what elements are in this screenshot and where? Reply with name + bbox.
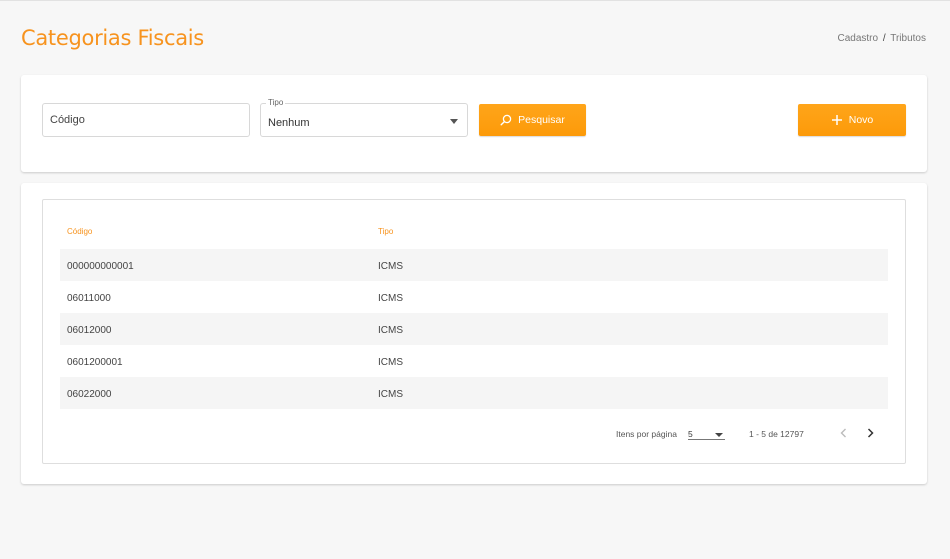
table-row[interactable]: 0601200001 ICMS: [60, 345, 888, 377]
search-icon: [500, 114, 512, 126]
cell-codigo: 000000000001: [67, 261, 134, 272]
results-table: Código Tipo 000000000001 ICMS 06011000 I…: [60, 218, 888, 409]
page-size-value: 5: [688, 429, 693, 439]
table-row[interactable]: 06011000 ICMS: [60, 281, 888, 313]
new-button-label: Novo: [848, 114, 874, 126]
search-card: Tipo Nenhum Pesquisar Novo: [21, 75, 927, 172]
column-header-codigo[interactable]: Código: [67, 227, 92, 236]
cell-tipo: ICMS: [378, 293, 403, 304]
column-header-tipo[interactable]: Tipo: [378, 227, 393, 236]
plus-icon: [831, 114, 843, 126]
results-table-container: Código Tipo 000000000001 ICMS 06011000 I…: [42, 199, 906, 464]
breadcrumb-separator: /: [882, 33, 886, 44]
cell-codigo: 06012000: [67, 325, 112, 336]
page-title: Categorias Fiscais: [21, 26, 204, 50]
table-row[interactable]: 000000000001 ICMS: [60, 249, 888, 281]
table-row[interactable]: 06022000 ICMS: [60, 377, 888, 409]
table-row[interactable]: 06012000 ICMS: [60, 313, 888, 345]
chevron-left-icon[interactable]: [837, 426, 851, 440]
page-range-label: 1 - 5 de 12797: [749, 429, 804, 439]
search-button-label: Pesquisar: [518, 114, 565, 126]
tipo-value: Nenhum: [268, 117, 310, 129]
caret-down-icon: [450, 119, 458, 124]
cell-codigo: 0601200001: [67, 357, 123, 368]
page-size-select[interactable]: 5: [688, 426, 725, 440]
codigo-input[interactable]: [43, 104, 249, 136]
chevron-right-icon[interactable]: [863, 426, 877, 440]
breadcrumb-tributos: Tributos: [890, 33, 926, 44]
cell-codigo: 06011000: [67, 293, 111, 304]
cell-tipo: ICMS: [378, 389, 403, 400]
cell-tipo: ICMS: [378, 325, 403, 336]
items-per-page-label: Itens por página: [616, 429, 677, 439]
new-button[interactable]: Novo: [798, 104, 906, 136]
results-card: Código Tipo 000000000001 ICMS 06011000 I…: [21, 183, 927, 484]
breadcrumb: Cadastro / Tributos: [837, 33, 926, 44]
top-border: [0, 0, 950, 1]
codigo-field[interactable]: [42, 103, 250, 137]
search-button[interactable]: Pesquisar: [479, 104, 586, 136]
paginator: Itens por página 5 1 - 5 de 12797: [43, 424, 907, 444]
breadcrumb-cadastro[interactable]: Cadastro: [837, 33, 878, 44]
tipo-label: Tipo: [266, 98, 286, 107]
table-header: Código Tipo: [60, 218, 888, 249]
tipo-select[interactable]: Tipo Nenhum: [260, 98, 468, 137]
cell-tipo: ICMS: [378, 357, 403, 368]
caret-down-icon: [715, 433, 723, 437]
cell-tipo: ICMS: [378, 261, 403, 272]
cell-codigo: 06022000: [67, 389, 112, 400]
